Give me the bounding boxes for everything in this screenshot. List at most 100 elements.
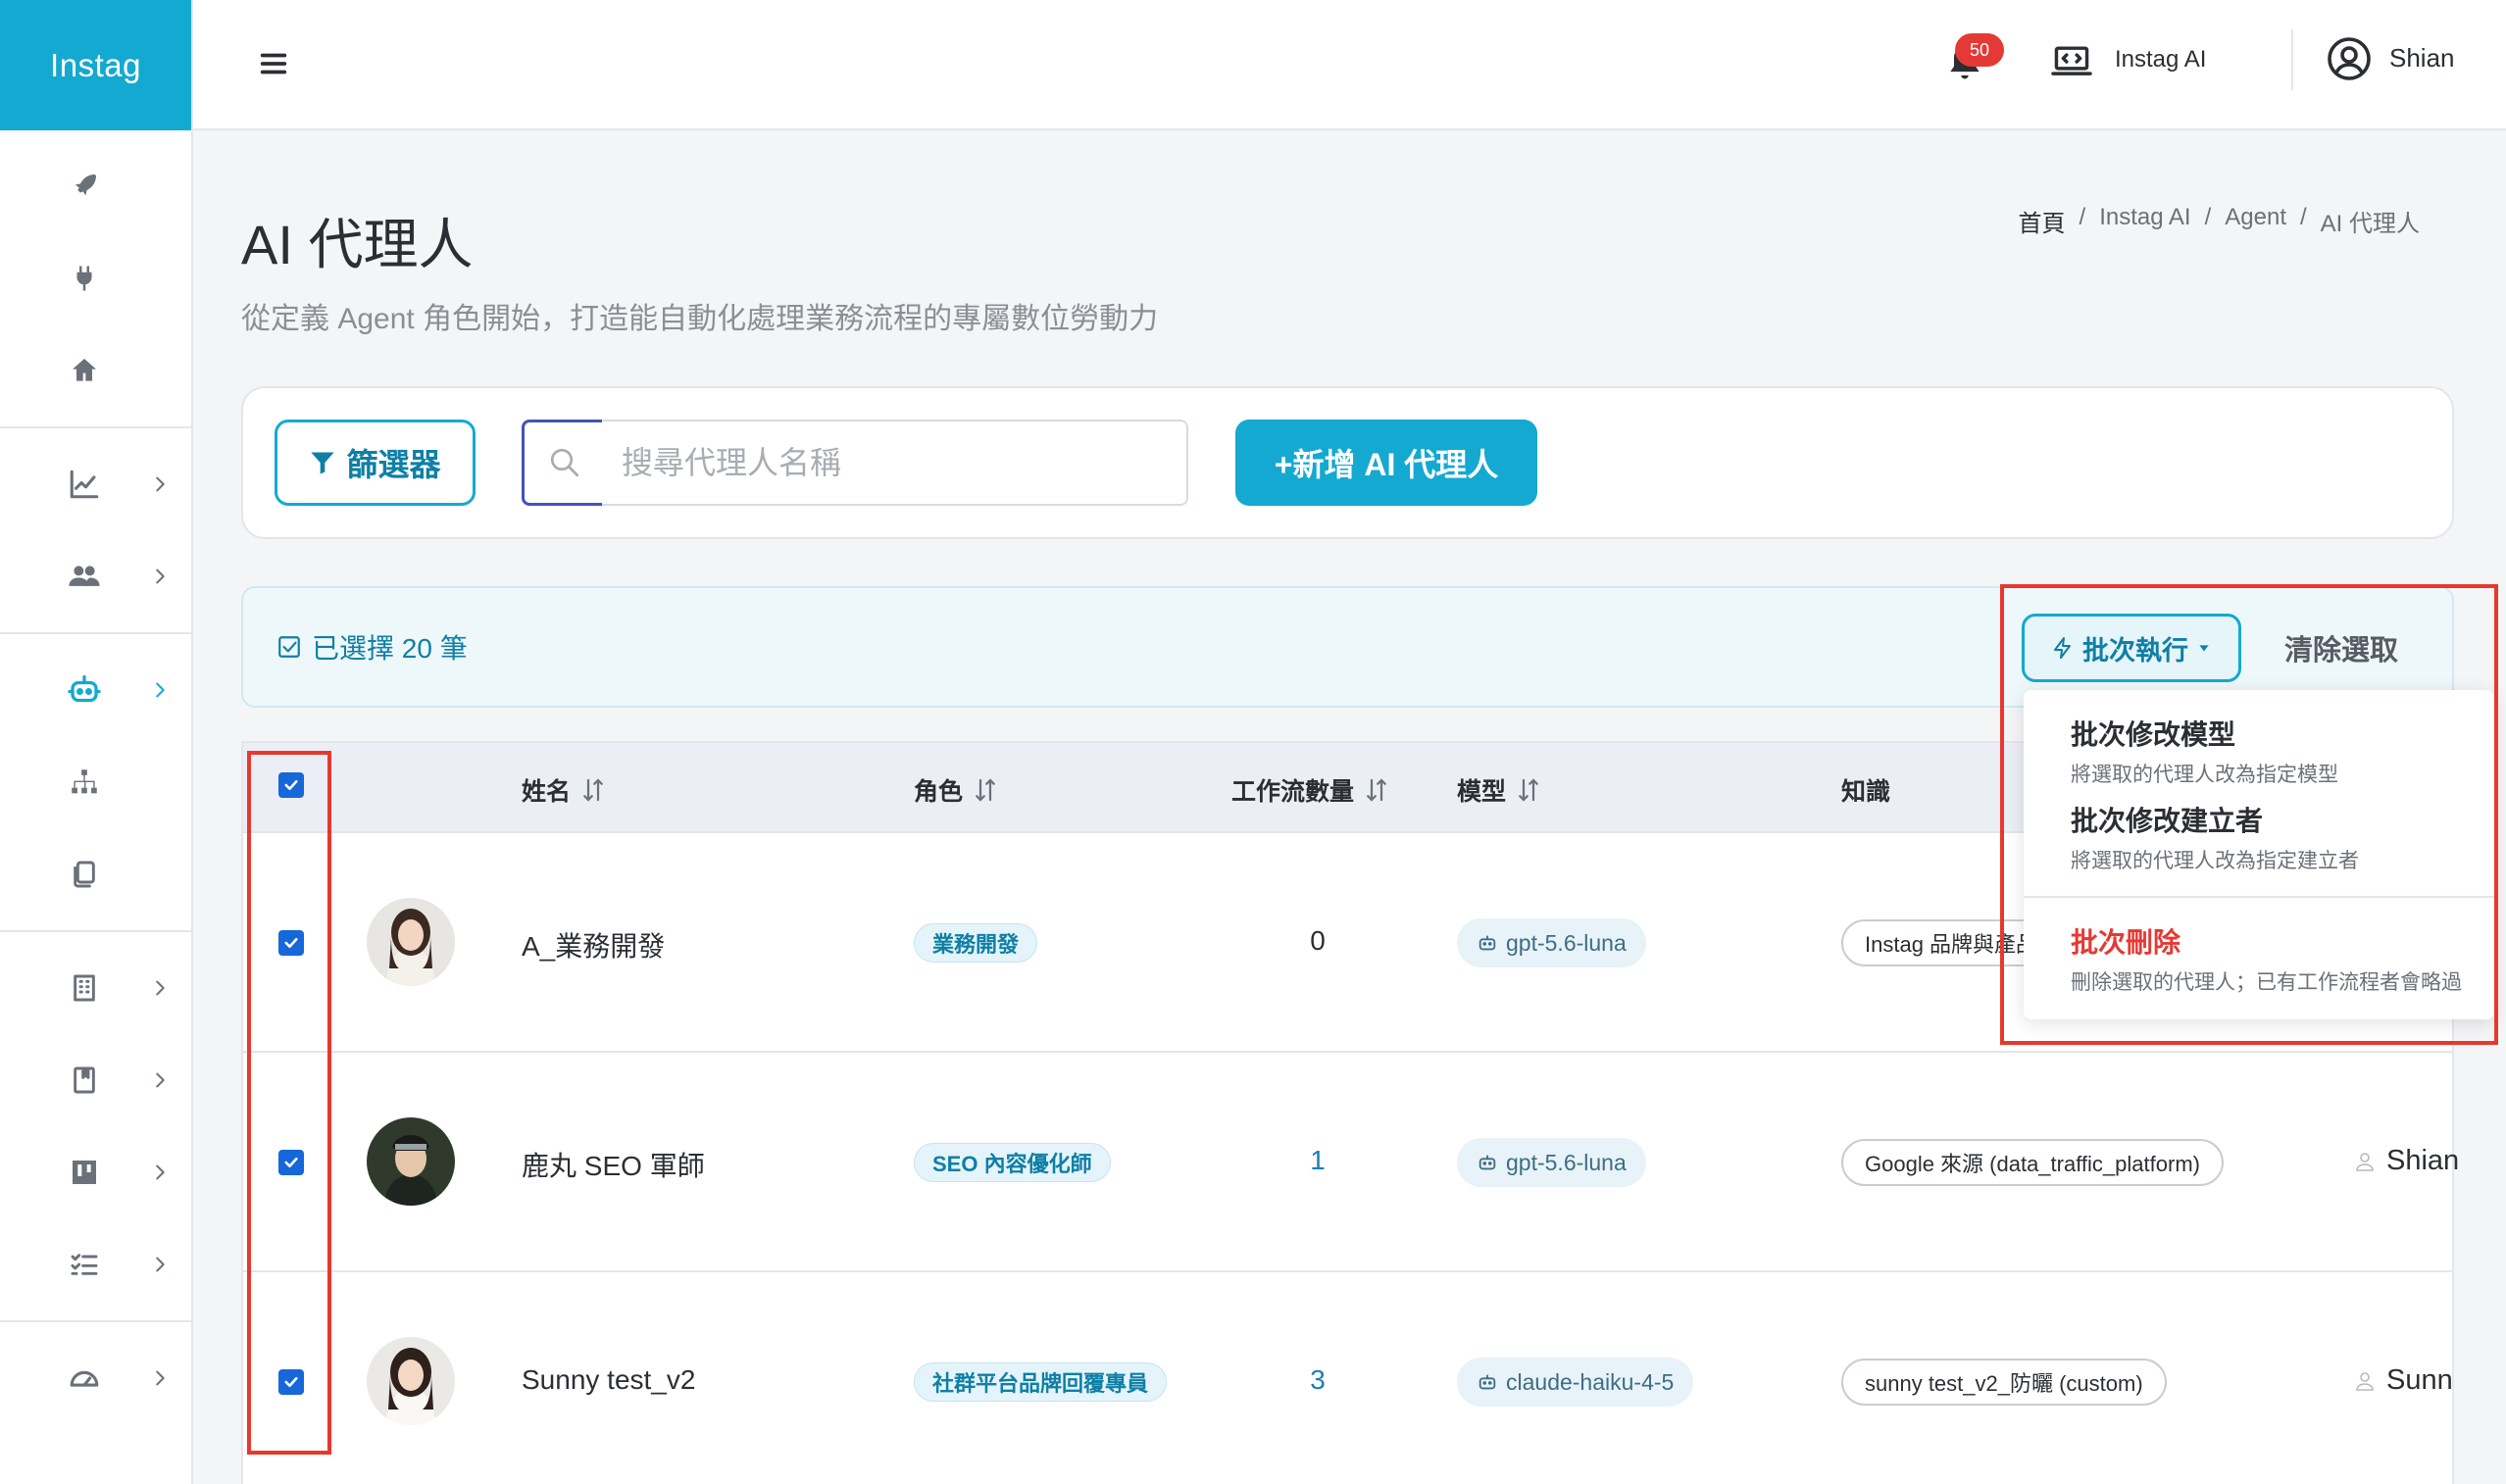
breadcrumb-current: AI 代理人 bbox=[2320, 211, 2420, 237]
column-workflow-label: 工作流數量 bbox=[1231, 778, 1355, 806]
column-header-workflow-count[interactable]: 工作流數量 bbox=[1231, 772, 1391, 808]
filter-icon bbox=[311, 452, 335, 474]
rocket-icon bbox=[67, 169, 102, 204]
filter-button[interactable]: 篩選器 bbox=[275, 420, 476, 506]
robot-icon bbox=[1479, 1155, 1496, 1170]
chevron-right-icon bbox=[149, 977, 171, 999]
sort-icon bbox=[1367, 778, 1386, 802]
column-model-label: 模型 bbox=[1457, 778, 1507, 806]
table-row[interactable]: Sunny test_v2 社群平台品牌回覆專員 3 claude-haiku-… bbox=[243, 1272, 2453, 1484]
knowledge-tag: sunny test_v2_防曬 (custom) bbox=[1841, 1359, 2167, 1406]
column-name-label: 姓名 bbox=[522, 778, 572, 806]
selection-count-label: 已選擇 20 筆 bbox=[312, 633, 468, 664]
sidebar-item-home[interactable] bbox=[0, 324, 191, 417]
ai-menu-label[interactable]: Instag AI bbox=[2115, 46, 2206, 74]
model-name: gpt-5.6-luna bbox=[1506, 1149, 1627, 1175]
breadcrumb-agent[interactable]: Agent bbox=[2225, 204, 2286, 238]
nav-group-1 bbox=[0, 130, 191, 428]
sidebar-item-board[interactable] bbox=[0, 1126, 191, 1218]
agent-name[interactable]: A_業務開發 bbox=[522, 925, 665, 965]
breadcrumb-separator: / bbox=[2204, 204, 2212, 230]
chevron-right-icon bbox=[149, 1367, 171, 1389]
robot-icon bbox=[1479, 935, 1496, 951]
nav-group-4 bbox=[0, 932, 191, 1322]
model-tag: claude-haiku-4-5 bbox=[1457, 1358, 1694, 1407]
copy-icon bbox=[67, 857, 102, 892]
breadcrumb-separator: / bbox=[2299, 204, 2307, 230]
role-tag: 業務開發 bbox=[914, 923, 1038, 963]
hamburger-menu-icon[interactable] bbox=[257, 47, 290, 80]
sidebar: Instag bbox=[0, 0, 193, 1484]
breadcrumb-home[interactable]: 首頁 bbox=[2019, 204, 2066, 238]
nav-group-2 bbox=[0, 428, 191, 634]
model-tag: gpt-5.6-luna bbox=[1457, 918, 1646, 967]
user-icon bbox=[2356, 1371, 2374, 1391]
breadcrumb-instag-ai[interactable]: Instag AI bbox=[2099, 204, 2190, 238]
creator: Shian bbox=[2353, 1145, 2459, 1177]
agent-name[interactable]: Sunny test_v2 bbox=[522, 1364, 695, 1396]
sort-icon bbox=[976, 778, 995, 802]
sidebar-item-tasks[interactable] bbox=[0, 1218, 191, 1311]
workflow-count[interactable]: 3 bbox=[1298, 1364, 1337, 1396]
building-icon bbox=[67, 970, 102, 1006]
user-avatar-icon[interactable] bbox=[2326, 35, 2373, 82]
creator: Sunn bbox=[2353, 1364, 2453, 1397]
sort-icon bbox=[1519, 778, 1538, 802]
column-header-role[interactable]: 角色 bbox=[914, 772, 1000, 808]
column-header-knowledge[interactable]: 知識 bbox=[1841, 772, 1890, 808]
column-header-name[interactable]: 姓名 bbox=[522, 772, 608, 808]
workflow-count[interactable]: 1 bbox=[1298, 1145, 1337, 1176]
page-title: AI 代理人 bbox=[241, 214, 474, 275]
chart-line-icon bbox=[67, 467, 102, 502]
add-agent-button[interactable]: +新增 AI 代理人 bbox=[1235, 420, 1537, 506]
sidebar-item-org[interactable] bbox=[0, 736, 191, 828]
brand-logo[interactable]: Instag bbox=[0, 0, 191, 130]
kanban-icon bbox=[67, 1155, 102, 1190]
creator-name: Sunn bbox=[2386, 1364, 2453, 1396]
annotation-box-checkboxes bbox=[247, 751, 331, 1455]
chevron-right-icon bbox=[149, 566, 171, 587]
chevron-right-icon bbox=[149, 1162, 171, 1183]
sidebar-item-dashboard[interactable] bbox=[0, 1332, 191, 1424]
workflow-count: 0 bbox=[1310, 925, 1326, 956]
sidebar-item-documents[interactable] bbox=[0, 828, 191, 920]
chevron-right-icon bbox=[149, 473, 171, 495]
search-input[interactable] bbox=[622, 441, 1171, 484]
sidebar-item-launch[interactable] bbox=[0, 140, 191, 232]
robot-icon bbox=[67, 672, 102, 708]
table-row[interactable]: 鹿丸 SEO 軍師 SEO 內容優化師 1 gpt-5.6-luna Googl… bbox=[243, 1053, 2459, 1272]
knowledge-tag: Google 來源 (data_traffic_platform) bbox=[1841, 1139, 2224, 1186]
top-header: 50 Instag AI Shian bbox=[193, 0, 2506, 130]
robot-icon bbox=[1479, 1374, 1496, 1390]
chevron-right-icon bbox=[149, 679, 171, 701]
sidebar-item-users[interactable] bbox=[0, 530, 191, 622]
model-name: claude-haiku-4-5 bbox=[1506, 1368, 1675, 1395]
breadcrumb-separator: / bbox=[2079, 204, 2086, 230]
nav-group-3 bbox=[0, 634, 191, 932]
search-box bbox=[522, 420, 1188, 506]
nav-group-5 bbox=[0, 1322, 191, 1434]
sidebar-item-integrations[interactable] bbox=[0, 232, 191, 324]
sort-icon bbox=[583, 778, 603, 802]
avatar bbox=[367, 1337, 455, 1425]
bookmark-book-icon bbox=[67, 1063, 102, 1098]
creator-name: Shian bbox=[2386, 1145, 2460, 1176]
chevron-right-icon bbox=[149, 1254, 171, 1275]
model-tag: gpt-5.6-luna bbox=[1457, 1138, 1646, 1187]
column-role-label: 角色 bbox=[914, 778, 964, 806]
checkbox-checked-icon bbox=[278, 636, 300, 658]
column-header-model[interactable]: 模型 bbox=[1457, 772, 1543, 808]
agent-name[interactable]: 鹿丸 SEO 軍師 bbox=[522, 1145, 705, 1184]
home-icon bbox=[67, 353, 102, 388]
sidebar-item-analytics[interactable] bbox=[0, 438, 191, 530]
notification-badge: 50 bbox=[1955, 33, 2004, 67]
selection-count: 已選擇 20 筆 bbox=[276, 627, 468, 667]
header-divider bbox=[2291, 29, 2293, 90]
laptop-code-icon[interactable] bbox=[2051, 43, 2092, 80]
role-tag: SEO 內容優化師 bbox=[914, 1143, 1111, 1182]
sidebar-item-ai-agent[interactable] bbox=[0, 644, 191, 736]
sidebar-item-building[interactable] bbox=[0, 942, 191, 1034]
user-name[interactable]: Shian bbox=[2389, 43, 2455, 74]
sidebar-item-bookmarks[interactable] bbox=[0, 1034, 191, 1126]
page-subtitle: 從定義 Agent 角色開始，打造能自動化處理業務流程的專屬數位勞動力 bbox=[241, 303, 1159, 335]
